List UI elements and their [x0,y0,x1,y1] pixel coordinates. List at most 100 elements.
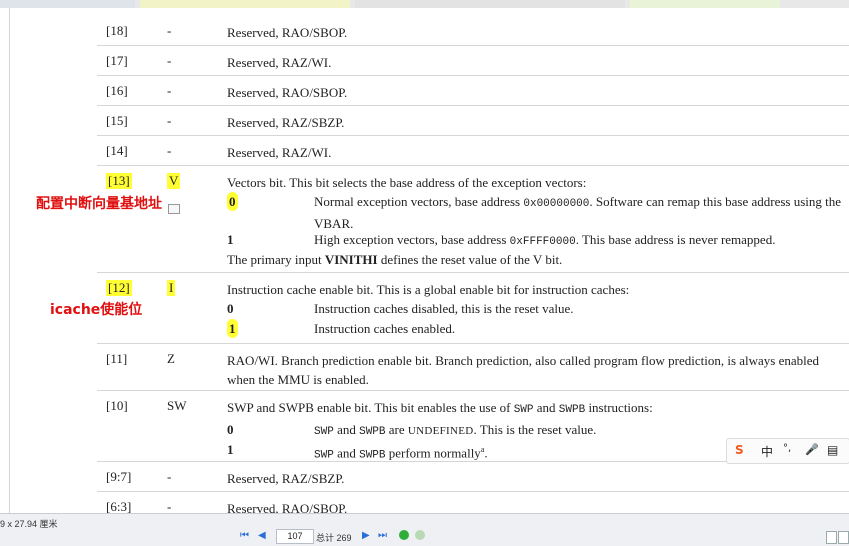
value-key: 0 [227,301,234,316]
text-part: are [385,422,408,437]
bit-description: Reserved, RAZ/WI. [227,145,332,160]
bit-name: - [167,83,172,98]
bit-field: [17] [106,53,128,68]
page-number-input[interactable]: 107 [276,529,314,544]
keyboard-icon[interactable]: ▤ [827,443,838,457]
bit-name: I [167,280,176,296]
toolbar-tab[interactable] [140,0,350,8]
value-entry: 0 Instruction caches disabled, this is t… [227,299,842,319]
toolbar-tab[interactable] [355,0,625,8]
bit-field: [13] [106,173,132,189]
bit-field: [15] [106,113,128,128]
go-back-icon[interactable] [399,530,409,540]
page-margin-rule [9,8,10,513]
bit-field: [16] [106,83,128,98]
undefined-text: UNDEFINED [407,425,474,437]
bit-field: [11] [106,351,128,366]
annotation-icache: icache使能位 [50,302,143,318]
description-text: Vectors bit. This bit selects the base a… [227,175,587,190]
table-row: [18] - Reserved, RAO/SBOP. [97,16,849,46]
description-text: Instruction cache enable bit. This is a … [227,282,630,297]
address-code: 0x00000000 [523,198,590,210]
value-key: 0 [227,192,238,211]
value-key: 1 [227,442,234,457]
ime-toolbar[interactable]: S 中 °, 🎤 ▤ [726,438,849,464]
next-page-icon[interactable]: ▶ [362,530,370,541]
bit-name: - [167,23,172,38]
value-text-part: . This base address is never remapped. [575,232,776,247]
prev-page-icon[interactable]: ◀ [258,530,266,541]
toolbar-tab[interactable] [0,0,135,8]
table-row-icache: [12] I Instruction cache enable bit. Thi… [97,273,849,344]
value-text: Normal exception vectors, base address 0… [314,192,844,233]
value-entry: 0 SWP and SWPB are UNDEFINED. This is th… [227,420,842,440]
text-part: instructions: [585,400,653,415]
bit-description: Instruction cache enable bit. This is a … [227,280,842,339]
text-part: . [484,445,488,461]
table-row: [16] - Reserved, RAO/SBOP. [97,76,849,106]
bit-name: - [167,143,172,158]
table-row: [17] - Reserved, RAZ/WI. [97,46,849,76]
bit-name: V [167,173,181,189]
bit-field: [14] [106,143,128,158]
table-row: [9:7] - Reserved, RAZ/SBZP. [97,462,849,492]
language-toggle[interactable]: 中 [761,443,773,460]
value-entry: 1 High exception vectors, base address 0… [227,230,842,250]
last-page-icon[interactable]: ⏭ [378,530,387,541]
text-part: defines the reset value of the V bit. [377,252,563,267]
text-part: perform normally [385,445,481,461]
bit-description: RAO/WI. Branch prediction enable bit. Br… [227,353,820,387]
bit-field: [12] [106,280,132,296]
value-text: High exception vectors, base address 0xF… [314,230,844,252]
bit-description: Reserved, RAZ/WI. [227,55,332,70]
bit-name: Z [167,351,175,366]
description-text: SWP and SWPB enable bit. This bit enable… [227,398,842,420]
bit-description: Reserved, RAZ/SBZP. [227,115,345,130]
value-entry: 0 Normal exception vectors, base address… [227,192,844,233]
bit-description: Reserved, RAO/SBOP. [227,25,348,40]
bit-field: [9:7] [106,469,132,484]
sogou-logo-icon[interactable]: S [735,443,744,457]
bit-name: - [167,469,172,484]
microphone-icon[interactable]: 🎤 [805,443,819,456]
footnote-text: The primary input VINITHI defines the re… [227,250,842,269]
value-key: 1 [227,319,238,338]
table-row: [11] Z RAO/WI. Branch prediction enable … [97,344,849,391]
instr-code: SWPB [359,449,386,462]
two-page-view-icon[interactable] [838,531,849,544]
value-text: Instruction caches disabled, this is the… [314,301,574,316]
address-code: 0xFFFF0000 [509,236,576,248]
top-toolbar [0,0,849,8]
bit-name: - [167,113,172,128]
table-row: [15] - Reserved, RAZ/SBZP. [97,106,849,136]
first-page-icon[interactable]: ⏮ [240,530,249,541]
text-part: . This is the reset value. [473,422,597,437]
bit-description: Reserved, RAO/SBOP. [227,85,348,100]
single-page-view-icon[interactable] [826,531,837,544]
table-row: [14] - Reserved, RAZ/WI. [97,136,849,166]
value-entry: 1 Instruction caches enabled. [227,319,842,339]
instr-code: SWP [314,426,334,438]
toolbar-tab[interactable] [630,0,780,8]
value-text-part: High exception vectors, base address [314,232,510,247]
signal-name: VINITHI [324,252,378,267]
punctuation-toggle-icon[interactable]: °, [783,443,791,454]
instr-code: SWPB [558,404,586,416]
total-pages: 总计 269 [316,533,352,543]
go-forward-icon[interactable] [415,530,425,540]
comment-icon[interactable] [168,204,180,214]
bit-field: [10] [106,398,128,413]
page-dimensions: 9 x 27.94 厘米 [0,519,58,529]
text-part: and [333,422,360,437]
text-part: and [333,445,360,461]
value-text-part: Normal exception vectors, base address [314,194,524,209]
value-key: 0 [227,422,234,437]
table-row-vectors: [13] V Vectors bit. This bit selects the… [97,166,849,273]
status-bar [0,513,849,546]
instr-code: SWP [314,449,334,462]
text-part: The primary input [227,252,325,267]
bit-field: [18] [106,23,128,38]
value-text: Instruction caches enabled. [314,321,456,336]
text-part: and [533,400,559,415]
text-part: SWP and SWPB enable bit. This bit enable… [227,400,514,415]
